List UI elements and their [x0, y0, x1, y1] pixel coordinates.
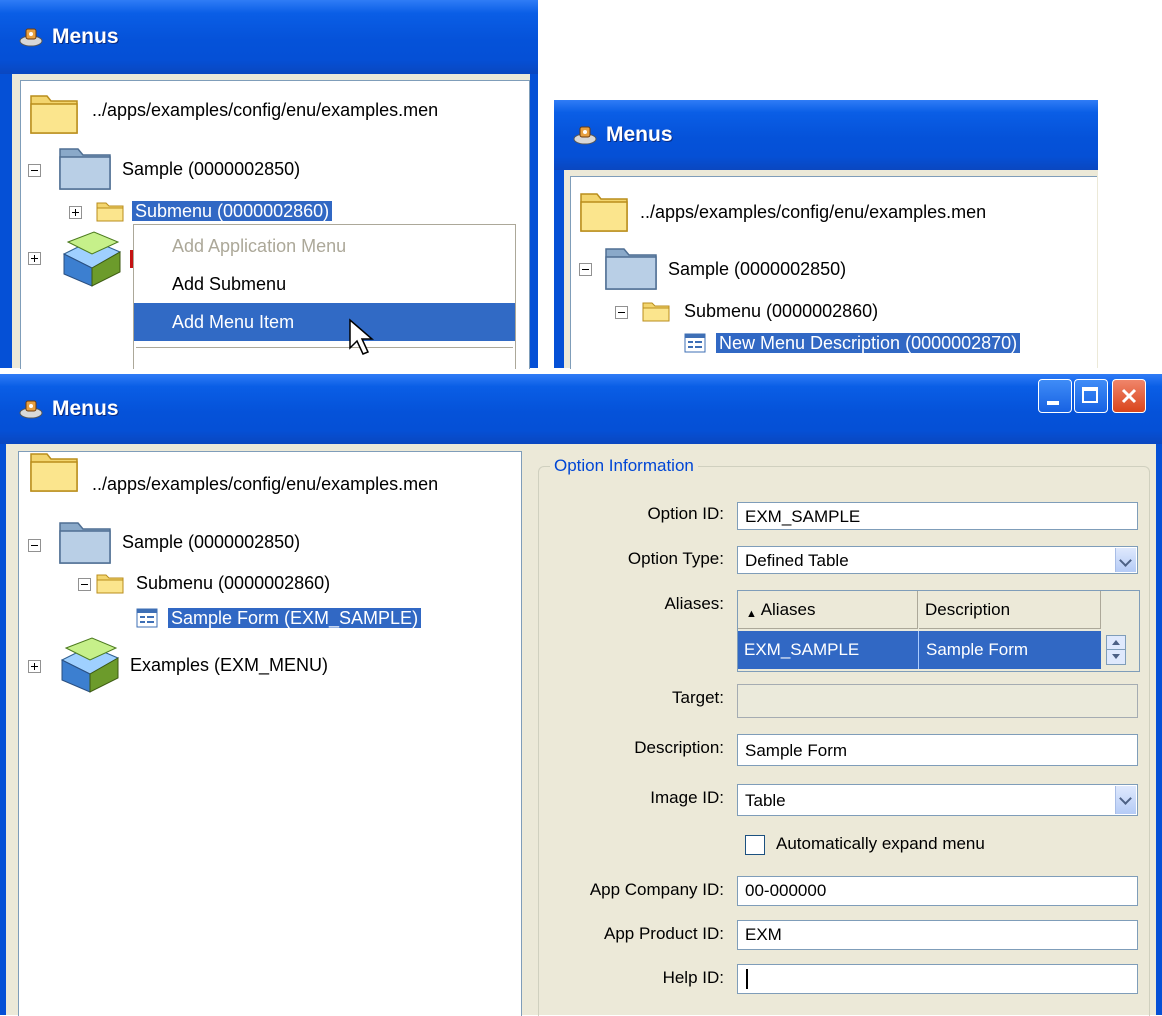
option-type-label: Option Type: — [627, 549, 724, 568]
table-cell: EXM_SAMPLE — [744, 640, 860, 659]
minimize-icon — [1047, 401, 1059, 405]
target-field[interactable] — [737, 684, 1138, 718]
expand-icon[interactable] — [28, 660, 41, 673]
submenu-node[interactable]: Submenu (0000002860) — [132, 198, 333, 224]
submenu-node[interactable]: Submenu (0000002860) — [136, 570, 330, 596]
blue-folder-icon — [605, 248, 657, 290]
sample-node[interactable]: Sample (0000002850) — [122, 156, 300, 182]
form-icon — [684, 333, 706, 353]
folder-icon — [30, 95, 78, 134]
auto-expand-label[interactable]: Automatically expand menu — [776, 834, 985, 854]
table-row[interactable]: EXM_SAMPLE Sample Form — [738, 631, 1101, 669]
option-id-field[interactable]: EXM_SAMPLE — [737, 502, 1138, 530]
menu-item-add-submenu[interactable]: Add Submenu — [134, 265, 515, 303]
sort-asc-icon: ▲ — [746, 608, 757, 620]
collapse-icon[interactable] — [28, 539, 41, 552]
menu-item-add-menu-item[interactable]: Add Menu Item — [134, 303, 515, 341]
books-icon — [62, 231, 122, 287]
app-icon — [573, 126, 597, 145]
folder-icon — [30, 453, 78, 492]
collapse-icon[interactable] — [615, 306, 628, 319]
mouse-cursor-icon — [349, 318, 375, 355]
maximize-button[interactable] — [1074, 379, 1108, 413]
folder-icon — [642, 302, 670, 322]
title-bar[interactable]: Menus — [0, 374, 1162, 444]
root-path-node[interactable]: ../apps/examples/config/enu/examples.men — [640, 199, 986, 225]
image-id-dropdown[interactable]: Table — [737, 784, 1138, 816]
option-id-label: Option ID: — [647, 504, 724, 523]
group-title: Option Information — [550, 456, 698, 476]
app-icon — [19, 400, 43, 419]
description-field[interactable]: Sample Form — [737, 734, 1138, 766]
chevron-down-icon[interactable] — [1115, 548, 1136, 572]
spin-down-icon[interactable] — [1112, 654, 1120, 659]
expand-icon[interactable] — [69, 206, 82, 219]
window-title: Menus — [52, 397, 119, 420]
aliases-table[interactable]: ▲ Aliases Description EXM_SAMPLE Sample … — [737, 590, 1140, 672]
title-bar[interactable]: Menus — [0, 0, 538, 74]
examples-node[interactable]: Examples (EXM_MENU) — [130, 652, 328, 678]
option-type-dropdown[interactable]: Defined Table — [737, 546, 1138, 574]
expand-icon[interactable] — [28, 252, 41, 265]
app-company-id-label: App Company ID: — [589, 880, 724, 899]
table-cell: Sample Form — [926, 640, 1029, 659]
text-caret — [746, 969, 748, 989]
menu-item-add-application-menu[interactable]: Add Application Menu — [134, 227, 515, 265]
row-spinner[interactable] — [1106, 635, 1126, 665]
window-title: Menus — [52, 25, 119, 48]
title-bar[interactable]: Menus — [554, 100, 1098, 170]
target-label: Target: — [672, 688, 724, 707]
sample-node[interactable]: Sample (0000002850) — [122, 529, 300, 555]
collapse-icon[interactable] — [78, 578, 91, 591]
folder-icon — [580, 193, 628, 232]
sample-node[interactable]: Sample (0000002850) — [668, 256, 846, 282]
app-product-id-label: App Product ID: — [603, 924, 724, 943]
collapse-icon[interactable] — [28, 164, 41, 177]
spin-up-icon[interactable] — [1112, 640, 1120, 645]
image-id-label: Image ID: — [650, 788, 724, 807]
root-path-node[interactable]: ../apps/examples/config/enu/examples.men — [92, 97, 438, 123]
option-type-value: Defined Table — [745, 551, 849, 570]
window-title: Menus — [606, 123, 673, 146]
folder-icon — [96, 574, 124, 594]
app-icon — [19, 28, 43, 47]
chevron-down-icon[interactable] — [1115, 786, 1136, 814]
image-id-value: Table — [745, 791, 786, 810]
aliases-label: Aliases: — [664, 594, 724, 613]
context-menu: Add Application Menu Add Submenu Add Men… — [133, 224, 516, 369]
menu-separator — [136, 347, 513, 348]
close-button[interactable] — [1112, 379, 1146, 413]
app-product-id-field[interactable]: EXM — [737, 920, 1138, 950]
submenu-node[interactable]: Submenu (0000002860) — [684, 298, 878, 324]
column-header-description[interactable]: Description — [919, 591, 1101, 629]
help-id-field[interactable] — [737, 964, 1138, 994]
help-id-label: Help ID: — [662, 968, 724, 987]
close-icon — [1121, 388, 1137, 404]
books-icon — [60, 637, 120, 693]
form-icon — [136, 608, 158, 628]
new-menu-item-node[interactable]: New Menu Description (0000002870) — [716, 330, 1021, 356]
blue-folder-icon — [59, 522, 111, 564]
auto-expand-checkbox[interactable] — [745, 835, 765, 855]
blue-folder-icon — [59, 148, 111, 190]
column-header-aliases[interactable]: ▲ Aliases — [738, 591, 918, 629]
folder-icon — [96, 202, 124, 222]
maximize-icon — [1082, 387, 1098, 403]
minimize-button[interactable] — [1038, 379, 1072, 413]
description-label: Description: — [634, 738, 724, 757]
collapse-icon[interactable] — [579, 263, 592, 276]
sample-form-node[interactable]: Sample Form (EXM_SAMPLE) — [168, 605, 422, 631]
root-path-node[interactable]: ../apps/examples/config/enu/examples.men — [92, 471, 438, 497]
app-company-id-field[interactable]: 00-000000 — [737, 876, 1138, 906]
